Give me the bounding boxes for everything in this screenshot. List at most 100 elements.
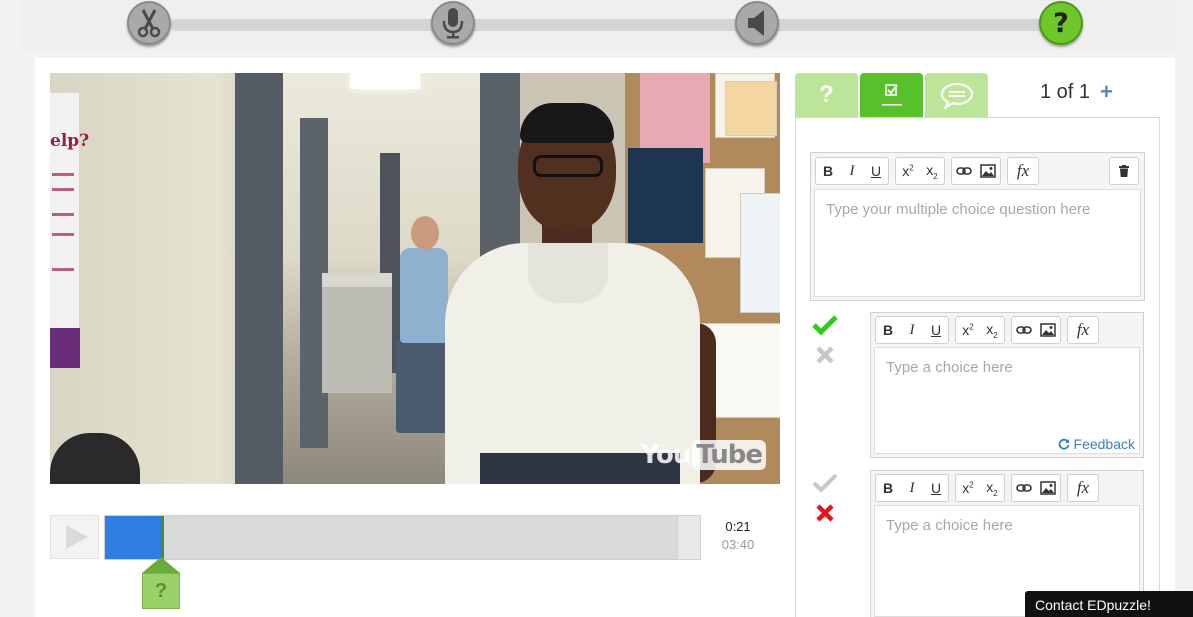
progress-end-cap	[677, 516, 700, 559]
bold-button[interactable]: B	[876, 317, 900, 343]
formula-button[interactable]: fx	[1068, 475, 1098, 501]
youtube-watermark[interactable]: You Tube	[641, 440, 766, 470]
speech-bubble-icon	[940, 82, 973, 109]
video-frame-door	[235, 73, 283, 484]
superscript-button[interactable]: x2	[956, 317, 980, 343]
video-player[interactable]: elp? You Tube	[50, 73, 780, 484]
poster-text: elp?	[50, 131, 90, 151]
superscript-button[interactable]: x2	[956, 475, 980, 501]
italic-button[interactable]: I	[900, 475, 924, 501]
link-button[interactable]	[952, 158, 976, 184]
mark-incorrect-button[interactable]	[812, 500, 838, 526]
insert-group	[1011, 316, 1061, 344]
link-icon	[956, 167, 972, 175]
underline-button[interactable]: U	[924, 475, 948, 501]
feedback-link[interactable]: Feedback	[1058, 436, 1135, 452]
play-button[interactable]	[50, 515, 99, 559]
formula-group: fx	[1067, 474, 1099, 502]
video-progress-bar[interactable]	[104, 515, 701, 560]
video-frame-flyer	[725, 81, 777, 136]
mark-correct-button[interactable]	[812, 312, 838, 338]
microphone-icon	[442, 8, 464, 39]
question-icon: ?	[819, 81, 834, 108]
poster-line	[52, 173, 74, 176]
script-group: x2 x2	[955, 474, 1005, 502]
question-text-input[interactable]: Type your multiple choice question here	[814, 189, 1141, 297]
marker-question-icon: ?	[142, 573, 180, 609]
trash-icon	[1119, 165, 1129, 177]
progress-fill	[105, 516, 162, 559]
formula-button[interactable]: fx	[1068, 317, 1098, 343]
choice-toolbar: B I U x2 x2 fx	[875, 316, 1099, 344]
checkmark-icon	[812, 315, 838, 336]
mark-correct-button[interactable]	[812, 470, 838, 496]
formula-button[interactable]: fx	[1008, 158, 1038, 184]
step-cut-button[interactable]	[127, 1, 171, 45]
poster-band	[50, 328, 80, 368]
italic-button[interactable]: I	[900, 317, 924, 343]
delete-question-button[interactable]	[1109, 157, 1139, 185]
counter-text: 1 of 1	[1040, 80, 1091, 103]
image-icon	[980, 164, 996, 178]
video-frame-person	[396, 338, 448, 433]
link-button[interactable]	[1012, 475, 1036, 501]
watermark-tube: Tube	[692, 440, 766, 470]
underline-button[interactable]: U	[924, 317, 948, 343]
link-button[interactable]	[1012, 317, 1036, 343]
superscript-button[interactable]: x2	[896, 158, 920, 184]
subscript-button[interactable]: x2	[980, 317, 1004, 343]
add-question-button[interactable]: +	[1100, 79, 1113, 105]
tab-multiple-choice[interactable]	[860, 73, 923, 117]
bold-button[interactable]: B	[876, 475, 900, 501]
script-group: x2 x2	[895, 157, 945, 185]
image-button[interactable]	[1036, 317, 1060, 343]
formula-group: fx	[1067, 316, 1099, 344]
poster-line	[52, 268, 74, 271]
step-quiz-button[interactable]: ?	[1039, 1, 1083, 45]
italic-button[interactable]: I	[840, 158, 864, 184]
contact-button[interactable]: Contact EDpuzzle!	[1025, 591, 1193, 617]
video-frame-person	[400, 248, 448, 343]
current-time: 0:21	[725, 519, 751, 534]
x-icon	[816, 346, 834, 364]
question-marker-line	[161, 516, 164, 559]
poster-line	[52, 213, 74, 216]
image-icon	[1040, 481, 1056, 495]
video-frame-person	[520, 103, 614, 143]
poster-line	[52, 188, 74, 191]
subscript-button[interactable]: x2	[920, 158, 944, 184]
video-frame-copier	[322, 273, 392, 393]
total-time: 03:40	[721, 537, 755, 552]
format-group: B I U	[875, 316, 949, 344]
refresh-icon	[1058, 438, 1069, 450]
video-frame-person	[528, 243, 608, 303]
question-icon: ?	[1053, 7, 1069, 39]
video-frame-glasses	[533, 155, 603, 177]
question-toolbar: B I U x2 x2 fx	[815, 157, 1039, 185]
workflow-step-bar	[22, 0, 1177, 50]
link-icon	[1016, 484, 1032, 492]
video-frame-person	[411, 216, 439, 250]
question-marker[interactable]: ?	[142, 557, 180, 609]
step-track	[170, 19, 1082, 31]
scissors-icon	[137, 9, 161, 38]
image-button[interactable]	[976, 158, 1000, 184]
tab-comment[interactable]	[925, 73, 988, 117]
marker-tip	[142, 557, 180, 573]
step-audio-notes-button[interactable]	[735, 1, 779, 45]
watermark-you: You	[640, 440, 692, 470]
format-group: B I U	[875, 474, 949, 502]
step-voiceover-button[interactable]	[431, 1, 475, 45]
insert-group	[1011, 474, 1061, 502]
mark-incorrect-button[interactable]	[812, 342, 838, 368]
tab-open-ended[interactable]: ?	[795, 73, 858, 117]
question-input-box: B I U x2 x2 fx Type your multiple choice…	[810, 152, 1145, 301]
insert-group	[951, 157, 1001, 185]
question-counter: 1 of 1 +	[1040, 79, 1113, 105]
image-button[interactable]	[1036, 475, 1060, 501]
x-icon	[816, 504, 834, 522]
link-icon	[1016, 326, 1032, 334]
bold-button[interactable]: B	[816, 158, 840, 184]
subscript-button[interactable]: x2	[980, 475, 1004, 501]
underline-button[interactable]: U	[864, 158, 888, 184]
